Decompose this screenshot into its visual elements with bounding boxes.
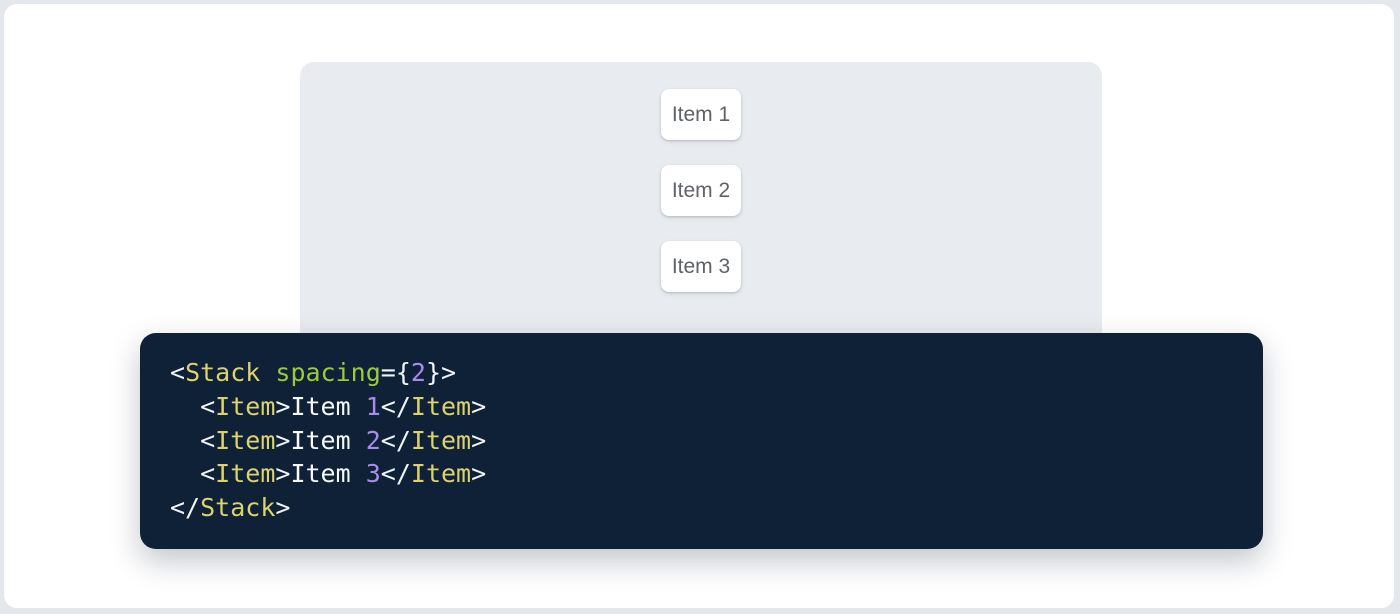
stack-item-label: Item 2	[672, 180, 730, 201]
code-token: >	[471, 392, 486, 421]
code-line: <Item>Item 3</Item>	[170, 457, 1233, 491]
code-token: }	[426, 358, 441, 387]
code-token: Item	[411, 426, 471, 455]
code-line: <Item>Item 1</Item>	[170, 390, 1233, 424]
code-token: </	[170, 493, 200, 522]
code-token: Item	[411, 392, 471, 421]
stack-item-label: Item 3	[672, 256, 730, 277]
code-token: <	[170, 358, 185, 387]
code-token: {	[396, 358, 411, 387]
code-token: Item	[215, 392, 275, 421]
code-token	[170, 459, 200, 488]
code-token: 3	[366, 459, 381, 488]
code-token: 1	[366, 392, 381, 421]
code-token: >	[471, 459, 486, 488]
code-token	[170, 426, 200, 455]
code-token: Stack	[185, 358, 260, 387]
code-line: <Stack spacing={2}>	[170, 356, 1233, 390]
code-token: </	[381, 426, 411, 455]
stack-item: Item 3	[661, 241, 741, 292]
code-token: =	[381, 358, 396, 387]
code-token: >	[275, 493, 290, 522]
code-token: >	[275, 459, 290, 488]
stack-item: Item 2	[661, 165, 741, 216]
code-token: 2	[411, 358, 426, 387]
code-token: Stack	[200, 493, 275, 522]
code-token: Item	[290, 392, 365, 421]
code-token	[170, 392, 200, 421]
code-token: </	[381, 459, 411, 488]
code-token: <	[200, 459, 215, 488]
code-token: Item	[290, 426, 365, 455]
code-token: >	[471, 426, 486, 455]
code-token	[260, 358, 275, 387]
code-token: 2	[366, 426, 381, 455]
code-block: <Stack spacing={2}> <Item>Item 1</Item> …	[140, 333, 1263, 549]
code-token: >	[275, 392, 290, 421]
stack-demo: Item 1 Item 2 Item 3	[300, 62, 1102, 292]
code-token: <	[200, 426, 215, 455]
code-token: </	[381, 392, 411, 421]
content-card: Item 1 Item 2 Item 3 <Stack spacing={2}>…	[3, 3, 1395, 609]
code-token: Item	[411, 459, 471, 488]
code-token: <	[200, 392, 215, 421]
code-line: <Item>Item 2</Item>	[170, 424, 1233, 458]
code-token: Item	[290, 459, 365, 488]
stack-item: Item 1	[661, 89, 741, 140]
code-token: Item	[215, 459, 275, 488]
code-line: </Stack>	[170, 491, 1233, 525]
code-token: >	[441, 358, 456, 387]
code-token: spacing	[275, 358, 380, 387]
stack-item-label: Item 1	[672, 104, 730, 125]
code-token: Item	[215, 426, 275, 455]
code-token: >	[275, 426, 290, 455]
